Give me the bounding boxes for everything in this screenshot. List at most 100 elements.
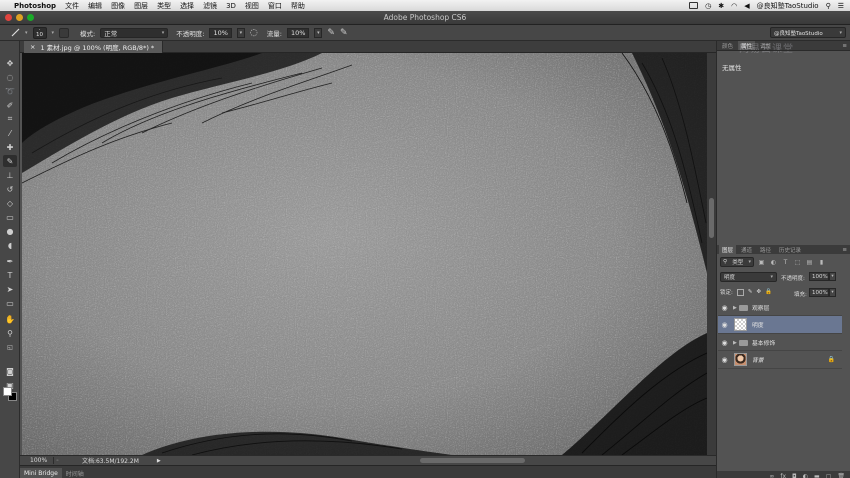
filter-type-icon[interactable]: T xyxy=(781,258,790,267)
menu-filter[interactable]: 滤镜 xyxy=(203,1,217,11)
move-tool-icon[interactable]: ✥ xyxy=(3,57,17,69)
menu-file[interactable]: 文件 xyxy=(65,1,79,11)
healing-brush-tool-icon[interactable]: ✚ xyxy=(3,141,17,153)
zoom-arrow-icon[interactable]: ◦ xyxy=(56,458,59,464)
dodge-tool-icon[interactable]: ◖ xyxy=(3,239,17,251)
link-layers-icon[interactable]: ∞ xyxy=(769,473,774,478)
flow-input[interactable]: 10% xyxy=(286,27,310,38)
default-colors-icon[interactable]: ◱ xyxy=(3,341,17,353)
menu-3d[interactable]: 3D xyxy=(226,2,236,10)
delete-layer-icon[interactable]: 🗑 xyxy=(837,473,845,478)
new-layer-icon[interactable]: ▢ xyxy=(826,473,832,478)
vertical-scroll-thumb[interactable] xyxy=(709,198,714,238)
zoom-level[interactable]: 100% xyxy=(20,457,54,464)
clone-stamp-tool-icon[interactable]: ⊥ xyxy=(3,169,17,181)
document-tab[interactable]: × 1 素材.jpg @ 100% (明度, RGB/8*) * xyxy=(24,41,164,53)
menu-window[interactable]: 窗口 xyxy=(268,1,282,11)
brush-tool-icon[interactable]: ✎ xyxy=(3,155,17,167)
lock-position-icon[interactable]: ✥ xyxy=(756,289,761,295)
panel-menu-icon[interactable]: ≡ xyxy=(842,247,847,253)
type-tool-icon[interactable]: T xyxy=(3,269,17,281)
add-mask-icon[interactable]: ◘ xyxy=(792,473,797,478)
blur-tool-icon[interactable]: ● xyxy=(3,225,17,237)
layer-filter-select[interactable]: ⚲ 类型 ▾ xyxy=(720,257,754,267)
opacity-slider-arrow-icon[interactable]: ▾ xyxy=(236,27,245,38)
tab-color[interactable]: 颜色 xyxy=(719,41,736,50)
eyedropper-tool-icon[interactable]: ⁄ xyxy=(3,127,17,139)
user-name[interactable]: @良知塾TaoStudio xyxy=(757,1,819,11)
search-icon[interactable]: ⚲ xyxy=(826,2,831,10)
filter-toggle-icon[interactable]: ▮ xyxy=(817,258,826,267)
quick-select-tool-icon[interactable]: ✐ xyxy=(3,99,17,111)
lock-pixels-icon[interactable]: ✎ xyxy=(748,289,753,295)
fill-input[interactable]: 100% xyxy=(809,288,829,297)
screen-icon[interactable] xyxy=(689,2,699,9)
horizontal-scroll-thumb[interactable] xyxy=(420,458,525,463)
lasso-tool-icon[interactable]: ➰ xyxy=(3,85,17,97)
menu-view[interactable]: 视图 xyxy=(245,1,259,11)
filter-shape-icon[interactable]: ⬚ xyxy=(793,258,802,267)
layer-row-background[interactable]: ◉ 背景 🔒 xyxy=(718,351,842,369)
path-select-tool-icon[interactable]: ➤ xyxy=(3,283,17,295)
tab-history[interactable]: 历史记录 xyxy=(776,245,804,254)
tab-paths[interactable]: 路径 xyxy=(757,245,774,254)
zoom-tool-icon[interactable]: ⚲ xyxy=(3,327,17,339)
layer-opacity-input[interactable]: 100% xyxy=(809,272,829,281)
filter-adjustment-icon[interactable]: ◐ xyxy=(769,258,778,267)
workspace-switcher[interactable]: @良知塾TaoStudio ▾ xyxy=(770,27,846,38)
lock-all-icon[interactable]: 🔒 xyxy=(765,289,772,295)
marquee-tool-icon[interactable]: ◌ xyxy=(3,71,17,83)
wifi-icon[interactable]: ◠ xyxy=(731,2,737,10)
pressure-size-icon[interactable]: ✎ xyxy=(340,28,348,38)
filter-pixel-icon[interactable]: ▣ xyxy=(757,258,766,267)
bluetooth-icon[interactable]: ✱ xyxy=(718,2,724,10)
fill-arrow-icon[interactable]: ▾ xyxy=(829,288,836,297)
brush-tool-icon[interactable] xyxy=(10,28,20,38)
quick-mask-icon[interactable]: ◙ xyxy=(3,365,17,377)
close-tab-icon[interactable]: × xyxy=(30,43,35,51)
layer-row-group[interactable]: ◉ ▶ 基本修饰 xyxy=(718,335,842,351)
mode-select[interactable]: 正常 ▾ xyxy=(100,27,169,38)
vertical-scrollbar[interactable] xyxy=(707,53,716,455)
menu-help[interactable]: 帮助 xyxy=(291,1,305,11)
visibility-eye-icon[interactable]: ◉ xyxy=(718,321,731,329)
tool-preset-arrow-icon[interactable]: ▾ xyxy=(25,30,28,36)
layer-row-selected[interactable]: ◉ 明度 xyxy=(718,316,842,334)
tab-timeline[interactable]: 时间轴 xyxy=(62,468,88,478)
clock-icon[interactable]: ◷ xyxy=(705,2,711,10)
notification-icon[interactable]: ☰ xyxy=(838,2,844,10)
menu-type[interactable]: 类型 xyxy=(157,1,171,11)
crop-tool-icon[interactable]: ⌗ xyxy=(3,113,17,125)
brush-size-picker[interactable]: · 10 xyxy=(32,26,47,39)
flow-slider-arrow-icon[interactable]: ▾ xyxy=(314,27,323,38)
adjustment-layer-icon[interactable]: ◐ xyxy=(803,473,808,478)
menu-image[interactable]: 图像 xyxy=(111,1,125,11)
menu-layer[interactable]: 图层 xyxy=(134,1,148,11)
panel-menu-icon[interactable]: ≡ xyxy=(842,43,847,49)
brush-panel-toggle-icon[interactable] xyxy=(59,27,70,38)
menu-select[interactable]: 选择 xyxy=(180,1,194,11)
tab-mini-bridge[interactable]: Mini Bridge xyxy=(20,468,62,478)
tab-layers[interactable]: 图层 xyxy=(719,245,737,254)
visibility-eye-icon[interactable]: ◉ xyxy=(718,304,731,312)
tab-channels[interactable]: 通道 xyxy=(738,245,755,254)
opacity-input[interactable]: 10% xyxy=(209,27,232,38)
lock-transparent-icon[interactable] xyxy=(736,288,744,296)
eraser-tool-icon[interactable]: ◇ xyxy=(3,197,17,209)
hand-tool-icon[interactable]: ✋ xyxy=(3,313,17,325)
gradient-tool-icon[interactable]: ▭ xyxy=(3,211,17,223)
foreground-color-swatch[interactable] xyxy=(3,387,12,396)
airbrush-icon[interactable]: ✎ xyxy=(327,28,335,38)
document-canvas[interactable] xyxy=(22,53,707,455)
brush-picker-arrow-icon[interactable]: ▾ xyxy=(52,30,55,36)
layer-style-icon[interactable]: fx xyxy=(780,473,786,478)
new-group-icon[interactable]: ▬ xyxy=(814,473,820,478)
pen-tool-icon[interactable]: ✒ xyxy=(3,255,17,267)
menu-app-name[interactable]: Photoshop xyxy=(14,2,56,10)
layer-row-group[interactable]: ◉ ▶ 观察层 xyxy=(718,300,842,316)
blend-mode-select[interactable]: 明度 ▾ xyxy=(720,272,777,282)
status-menu-arrow-icon[interactable]: ▶ xyxy=(157,458,161,464)
menu-edit[interactable]: 编辑 xyxy=(88,1,102,11)
history-brush-tool-icon[interactable]: ↺ xyxy=(3,183,17,195)
shape-tool-icon[interactable]: ▭ xyxy=(3,297,17,309)
